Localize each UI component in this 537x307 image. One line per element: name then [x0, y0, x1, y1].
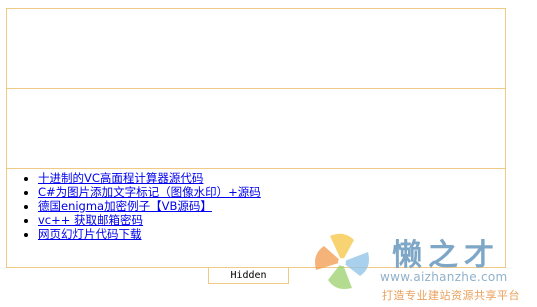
list-item: vc++ 获取邮箱密码 [38, 213, 261, 227]
link-slideshow-code[interactable]: 网页幻灯片代码下载 [38, 227, 142, 241]
list-item: C#为图片添加文字标记（图像水印）+源码 [38, 185, 261, 199]
link-list: 十进制的VC高面程计算器源代码 C#为图片添加文字标记（图像水印）+源码 德国e… [20, 171, 261, 241]
link-vc-email-password[interactable]: vc++ 获取邮箱密码 [38, 213, 143, 227]
link-csharp-watermark[interactable]: C#为图片添加文字标记（图像水印）+源码 [38, 185, 261, 199]
watermark-url: www.aizhanzhe.com [380, 270, 508, 284]
top-section-divider [7, 88, 505, 89]
watermark: 懒之才 www.aizhanzhe.com 打造专业建站资源共享平台 [310, 230, 537, 307]
list-item: 德国enigma加密例子【VB源码】 [38, 199, 261, 213]
watermark-slogan: 打造专业建站资源共享平台 [382, 289, 520, 302]
hidden-tab[interactable]: Hidden [208, 268, 289, 284]
pinwheel-logo-icon [315, 233, 369, 289]
middle-section-divider [7, 168, 505, 169]
link-enigma-vb[interactable]: 德国enigma加密例子【VB源码】 [38, 199, 212, 213]
watermark-brand: 懒之才 [392, 238, 500, 273]
list-item: 十进制的VC高面程计算器源代码 [38, 171, 261, 185]
link-vc-calculator[interactable]: 十进制的VC高面程计算器源代码 [38, 171, 203, 185]
list-item: 网页幻灯片代码下载 [38, 227, 261, 241]
